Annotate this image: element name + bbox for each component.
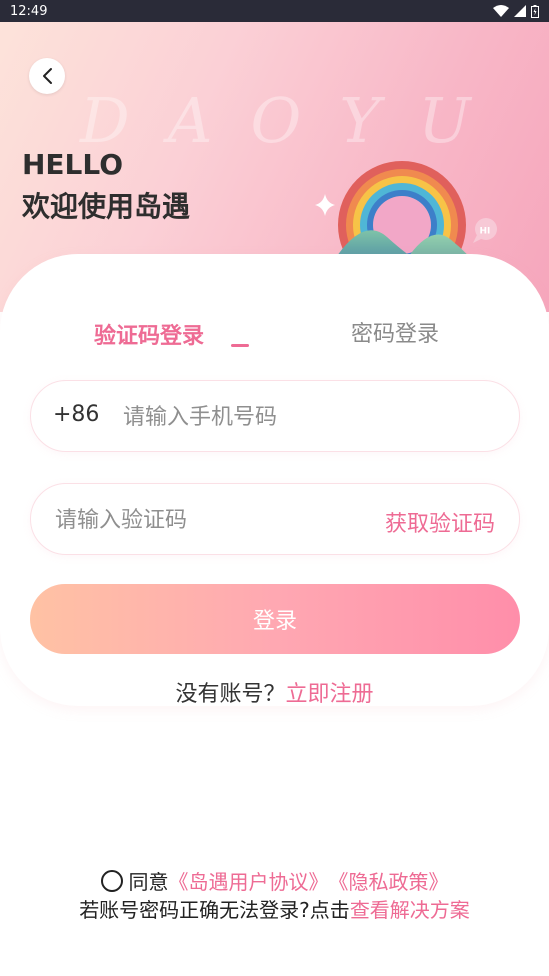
login-help-text: 若账号密码正确无法登录?点击 — [79, 898, 350, 922]
sparkle-icon — [315, 194, 335, 216]
register-link[interactable]: 立即注册 — [286, 682, 374, 707]
active-tab-indicator — [231, 344, 249, 347]
hi-bubble-text: HI — [480, 227, 491, 237]
register-question: 没有账号？ — [175, 682, 286, 707]
brand-watermark: DAOYU — [80, 84, 509, 157]
agree-label: 同意 — [128, 870, 169, 894]
status-bar: 12:49 — [0, 0, 549, 22]
greeting-title: HELLO — [22, 148, 124, 181]
login-help-link[interactable]: 查看解决方案 — [350, 898, 470, 922]
verification-code-field: 获取验证码 — [30, 483, 520, 555]
signal-icon — [514, 5, 526, 17]
login-button[interactable]: 登录 — [30, 584, 520, 654]
agreement-row: 同意 《岛遇用户协议》 《隐私政策》 — [0, 866, 549, 895]
get-code-button[interactable]: 获取验证码 — [385, 506, 495, 538]
welcome-title: 欢迎使用岛遇 — [22, 190, 191, 223]
verification-code-input[interactable] — [53, 498, 357, 542]
phone-input[interactable] — [121, 395, 505, 439]
status-icons — [493, 4, 539, 18]
login-help-row: 若账号密码正确无法登录?点击查看解决方案 — [0, 894, 549, 923]
tab-password-login[interactable]: 密码登录 — [351, 316, 439, 348]
back-button[interactable] — [29, 58, 65, 94]
country-code-prefix[interactable]: +86 — [53, 402, 99, 427]
user-agreement-link[interactable]: 《岛遇用户协议》 — [169, 866, 329, 895]
back-arrow-icon — [43, 68, 52, 84]
status-time: 12:49 — [10, 3, 48, 19]
register-row: 没有账号？立即注册 — [0, 676, 549, 708]
phone-field: +86 — [30, 380, 520, 452]
wifi-icon — [493, 5, 509, 17]
tab-code-login[interactable]: 验证码登录 — [94, 318, 204, 350]
battery-icon — [531, 4, 539, 18]
agreement-checkbox[interactable] — [100, 869, 123, 892]
privacy-policy-link[interactable]: 《隐私政策》 — [329, 866, 449, 895]
